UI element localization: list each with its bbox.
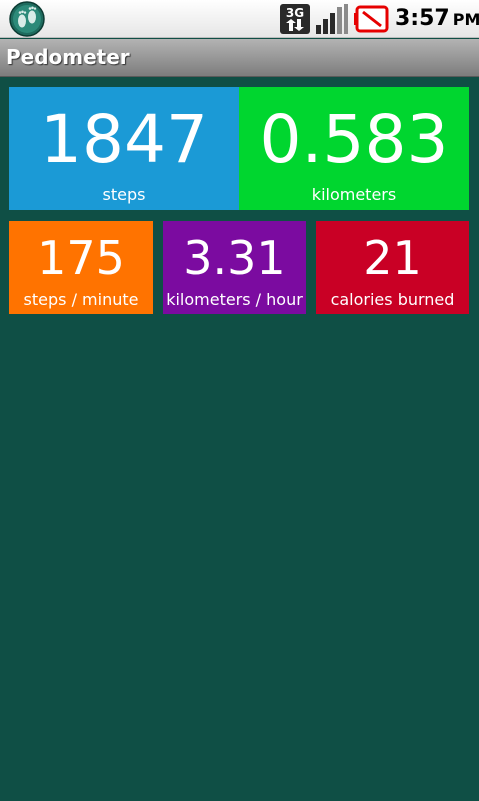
distance-label: kilometers: [311, 185, 397, 204]
steps-tile[interactable]: 1847 steps: [9, 87, 239, 210]
steps-label: steps: [102, 185, 146, 204]
pace-tile[interactable]: 175 steps / minute: [9, 221, 153, 314]
calories-value: 21: [363, 231, 422, 285]
pace-label: steps / minute: [23, 290, 139, 309]
status-bar: 3G 3:57 PM: [0, 0, 479, 38]
distance-tile[interactable]: 0.583 kilometers: [239, 87, 469, 210]
clock-time: 3:57: [395, 6, 450, 31]
pace-value: 175: [37, 231, 125, 285]
speed-tile[interactable]: 3.31 kilometers / hour: [163, 221, 306, 314]
calories-tile[interactable]: 21 calories burned: [316, 221, 469, 314]
3g-data-icon: 3G: [279, 3, 311, 35]
speed-value: 3.31: [183, 231, 286, 285]
clock-ampm: PM: [452, 10, 479, 29]
battery-alert-icon: [353, 4, 389, 34]
app-title: Pedometer: [6, 45, 130, 69]
title-bar: Pedometer: [0, 39, 479, 77]
steps-value: 1847: [40, 101, 208, 178]
status-clock: 3:57 PM: [395, 6, 479, 34]
footprints-icon[interactable]: [7, 1, 47, 37]
signal-bars-icon: [315, 3, 349, 35]
calories-label: calories burned: [330, 290, 455, 309]
distance-value: 0.583: [259, 101, 449, 178]
network-label: 3G: [286, 6, 304, 20]
speed-label: kilometers / hour: [166, 290, 303, 309]
